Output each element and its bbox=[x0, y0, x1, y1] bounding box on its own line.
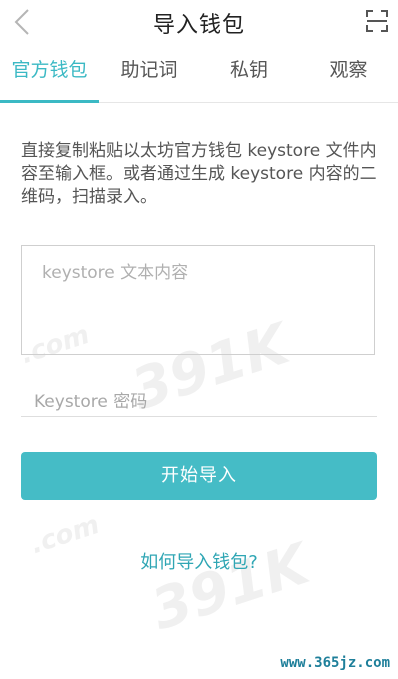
header-bar: 导入钱包 bbox=[0, 0, 398, 44]
tab-bar: 官方钱包 助记词 私钥 观察 bbox=[0, 46, 398, 103]
tab-watch[interactable]: 观察 bbox=[299, 46, 398, 100]
site-watermark: www.365jz.com bbox=[280, 655, 390, 671]
start-import-button[interactable]: 开始导入 bbox=[21, 452, 377, 500]
keystore-placeholder: keystore 文本内容 bbox=[42, 263, 189, 283]
scan-icon bbox=[366, 10, 388, 32]
keystore-textarea[interactable]: keystore 文本内容 bbox=[21, 245, 375, 355]
how-to-import-link[interactable]: 如何导入钱包? bbox=[0, 548, 398, 574]
tab-mnemonic[interactable]: 助记词 bbox=[99, 46, 199, 100]
import-description: 直接复制粘贴以太坊官方钱包 keystore 文件内容至输入框。或者通过生成 k… bbox=[21, 141, 377, 207]
password-placeholder: Keystore 密码 bbox=[34, 392, 148, 412]
tab-official-wallet[interactable]: 官方钱包 bbox=[0, 46, 99, 100]
page-title: 导入钱包 bbox=[152, 13, 245, 38]
tab-private-key[interactable]: 私钥 bbox=[199, 46, 299, 100]
keystore-password-field[interactable]: Keystore 密码 bbox=[21, 381, 377, 417]
active-tab-indicator bbox=[0, 100, 99, 103]
scan-button[interactable] bbox=[366, 10, 388, 32]
